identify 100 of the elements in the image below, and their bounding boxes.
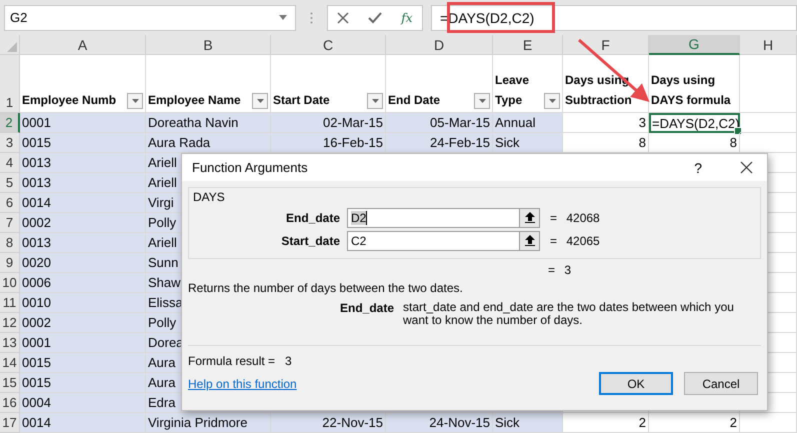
table-cell: Aura xyxy=(148,375,176,390)
argument-value: = 42068 xyxy=(550,210,600,224)
table-cell: 16-Feb-15 xyxy=(323,135,383,150)
cancel-icon[interactable] xyxy=(337,12,350,24)
table-cell: Virgi xyxy=(148,195,174,210)
grip-icon xyxy=(310,12,313,24)
row-header[interactable]: 12 xyxy=(0,313,20,333)
row-header[interactable]: 3 xyxy=(0,133,20,153)
argument-field[interactable]: C2 xyxy=(347,230,519,250)
filter-button[interactable] xyxy=(544,93,560,109)
dialog-title: Function Arguments xyxy=(192,160,309,175)
function-description: Returns the number of days between the two dates. xyxy=(188,281,464,297)
table-cell: Annual xyxy=(495,115,536,130)
caret-icon xyxy=(256,99,264,103)
row-header[interactable]: 11 xyxy=(0,293,20,313)
row-header[interactable]: 4 xyxy=(0,153,20,173)
table-cell: Aura Rada xyxy=(148,135,210,150)
ok-button[interactable]: OK xyxy=(599,372,673,395)
help-link[interactable]: Help on this function xyxy=(188,376,297,390)
name-box[interactable]: G2 xyxy=(4,4,296,30)
row-header[interactable]: 6 xyxy=(0,193,20,213)
column-header[interactable]: E xyxy=(493,35,563,55)
argument-name: End_date xyxy=(340,301,394,317)
caret-icon xyxy=(372,99,378,103)
row-header[interactable]: 9 xyxy=(0,253,20,273)
table-cell: Ariell xyxy=(148,155,177,170)
row-header[interactable]: 10 xyxy=(0,273,20,293)
table-cell: 0004 xyxy=(22,395,51,410)
function-name: DAYS xyxy=(193,190,226,204)
row-header[interactable]: 14 xyxy=(0,353,20,373)
collapse-button[interactable] xyxy=(519,230,540,250)
table-cell: 24-Nov-15 xyxy=(429,415,490,430)
result-value: = 3 xyxy=(548,263,572,277)
argument-description: start_date and end_date are the two dates between which you want to know the number of days. xyxy=(403,301,735,329)
row-header[interactable]: 5 xyxy=(0,173,20,193)
table-cell: Ariell xyxy=(148,235,177,250)
table-cell: 0001 xyxy=(22,115,51,130)
table-cell: 8 xyxy=(730,135,737,150)
table-cell: 0013 xyxy=(22,175,51,190)
corner-triangle-icon xyxy=(7,42,17,52)
table-cell: 0015 xyxy=(22,135,51,150)
row-header[interactable]: 1 xyxy=(0,55,20,113)
table-cell: 22-Nov-15 xyxy=(322,415,383,430)
upload-arrow-icon xyxy=(524,235,534,246)
collapse-button[interactable] xyxy=(519,208,540,228)
column-header[interactable]: F xyxy=(563,35,649,55)
row-header[interactable]: 13 xyxy=(0,333,20,353)
table-cell: 02-Mar-15 xyxy=(323,115,383,130)
filter-button[interactable] xyxy=(252,93,268,109)
table-cell: Sick xyxy=(495,135,520,150)
empty-cell xyxy=(740,113,797,133)
table-cell: 3 xyxy=(638,115,646,130)
table-header-cell: Days using DAYS formula xyxy=(649,55,740,113)
table-cell: Doreatha Navin xyxy=(148,115,238,130)
row-header[interactable]: 8 xyxy=(0,233,20,253)
table-cell: 0013 xyxy=(22,235,51,250)
table-cell: Polly xyxy=(148,215,176,230)
caret-icon xyxy=(132,99,138,103)
cancel-button[interactable]: Cancel xyxy=(684,372,758,395)
filter-button[interactable] xyxy=(367,93,383,109)
table-cell: 0001 xyxy=(22,335,51,350)
column-header[interactable]: D xyxy=(386,35,493,55)
column-header[interactable]: G xyxy=(649,35,740,55)
table-cell: Virginia Pridmore xyxy=(148,415,248,430)
check-icon[interactable] xyxy=(368,12,382,24)
table-cell: 0010 xyxy=(22,295,51,310)
table-cell: 05-Mar-15 xyxy=(430,115,490,130)
column-header[interactable]: C xyxy=(271,35,386,55)
row-header[interactable]: 15 xyxy=(0,373,20,393)
dropdown-icon xyxy=(279,15,287,20)
table-cell: 0002 xyxy=(22,215,51,230)
table-cell: 0006 xyxy=(22,275,51,290)
help-button[interactable]: ? xyxy=(694,160,702,176)
table-cell: 0013 xyxy=(22,155,51,170)
formula-result: Formula result = 3 xyxy=(188,354,293,368)
argument-value: = 42065 xyxy=(550,234,600,248)
caret-icon xyxy=(478,99,486,103)
table-cell: Polly xyxy=(148,315,176,330)
argument-label: End_date xyxy=(284,210,340,224)
table-cell: 8 xyxy=(638,135,646,150)
row-header[interactable]: 16 xyxy=(0,393,20,413)
row-header[interactable]: 17 xyxy=(0,413,20,433)
filter-button[interactable] xyxy=(127,93,143,109)
argument-label: Start_date xyxy=(280,234,340,248)
table-cell: Sick xyxy=(495,415,520,430)
column-header[interactable]: B xyxy=(146,35,271,55)
table-cell: Elissa xyxy=(148,295,183,310)
close-icon[interactable] xyxy=(740,161,753,174)
table-cell: 0014 xyxy=(22,195,51,210)
column-header[interactable]: H xyxy=(740,35,797,55)
table-cell: Shaw xyxy=(148,275,181,290)
filter-button[interactable] xyxy=(474,93,490,109)
column-header[interactable]: A xyxy=(20,35,146,55)
argument-field[interactable]: D2 xyxy=(347,208,519,228)
table-cell: 0015 xyxy=(22,375,51,390)
table-cell: 0002 xyxy=(22,315,51,330)
row-header[interactable]: 2 xyxy=(0,113,20,133)
table-cell: Ariell xyxy=(148,175,177,190)
row-header[interactable]: 7 xyxy=(0,213,20,233)
insert-function-button[interactable]: fx xyxy=(401,10,413,24)
